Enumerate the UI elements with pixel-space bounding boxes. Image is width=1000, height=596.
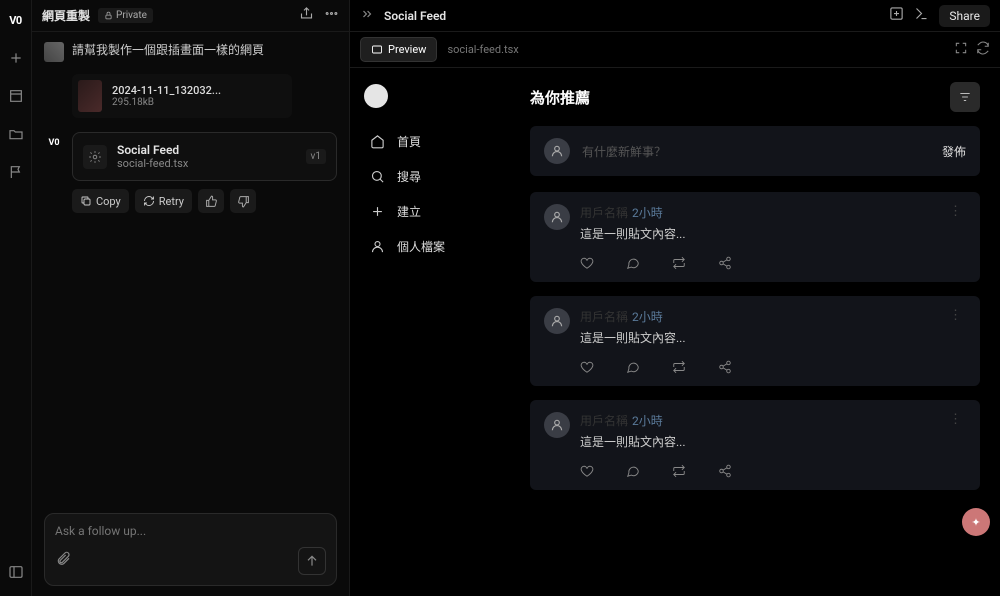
like-icon[interactable]	[580, 464, 594, 478]
post-content: 這是一則貼文內容...	[580, 329, 935, 346]
post-username: 用戶名稱	[580, 206, 628, 220]
share-post-icon[interactable]	[718, 360, 732, 374]
bookmark-icon[interactable]	[4, 84, 28, 108]
repost-icon[interactable]	[672, 256, 686, 270]
v0-badge: V0	[44, 136, 64, 150]
followup-input[interactable]	[55, 524, 326, 538]
card-title: Social Feed	[117, 143, 188, 157]
right-title: Social Feed	[384, 9, 446, 23]
like-icon[interactable]	[580, 256, 594, 270]
post-content: 這是一則貼文內容...	[580, 225, 935, 242]
attachment-card[interactable]: 2024-11-11_132032... 295.18kB	[72, 74, 292, 118]
post-time: 2小時	[632, 414, 663, 428]
filter-button[interactable]	[950, 82, 980, 112]
thumbs-up-button[interactable]	[198, 189, 224, 213]
comment-icon[interactable]	[626, 256, 640, 270]
compose-box[interactable]: 有什麼新鮮事？ 發佈	[530, 126, 980, 176]
post-more-icon[interactable]: ⋮	[945, 204, 966, 242]
project-title: 網頁重製	[42, 7, 90, 24]
post-avatar	[544, 412, 570, 438]
share-icon[interactable]	[299, 6, 314, 25]
post-more-icon[interactable]: ⋮	[945, 412, 966, 450]
flag-icon[interactable]	[4, 160, 28, 184]
collapse-icon[interactable]	[360, 7, 374, 25]
post-username: 用戶名稱	[580, 310, 628, 324]
attach-button[interactable]	[55, 551, 71, 571]
add-to-codebase-icon[interactable]	[889, 6, 904, 25]
share-button[interactable]: Share	[939, 5, 990, 27]
user-message: 請幫我製作一個跟插畫面一樣的網頁	[72, 42, 264, 62]
help-fab[interactable]: ✦	[962, 508, 990, 536]
user-icon	[544, 138, 570, 164]
post-time: 2小時	[632, 206, 663, 220]
new-chat-button[interactable]	[4, 46, 28, 70]
publish-button[interactable]: 發佈	[942, 143, 966, 160]
generated-card[interactable]: Social Feed social-feed.tsx v1	[72, 132, 337, 181]
app-avatar[interactable]	[364, 84, 388, 108]
user-avatar	[44, 42, 64, 62]
gear-icon	[83, 145, 107, 169]
nav-profile[interactable]: 個人檔案	[364, 231, 496, 262]
terminal-icon[interactable]	[914, 6, 929, 25]
copy-button[interactable]: Copy	[72, 189, 129, 213]
sidebar-toggle-icon[interactable]	[4, 560, 28, 584]
post-time: 2小時	[632, 310, 663, 324]
share-post-icon[interactable]	[718, 256, 732, 270]
post-username: 用戶名稱	[580, 414, 628, 428]
post-more-icon[interactable]: ⋮	[945, 308, 966, 346]
attachment-thumbnail	[78, 80, 102, 112]
feed-title: 為你推薦	[530, 87, 590, 108]
post: 用戶名稱 2小時 這是一則貼文內容... ⋮	[530, 192, 980, 282]
comment-icon[interactable]	[626, 360, 640, 374]
folder-icon[interactable]	[4, 122, 28, 146]
nav-home[interactable]: 首頁	[364, 126, 496, 157]
repost-icon[interactable]	[672, 360, 686, 374]
fullscreen-icon[interactable]	[954, 41, 968, 59]
compose-placeholder: 有什麼新鮮事？	[582, 143, 930, 160]
open-file-tab[interactable]: social-feed.tsx	[447, 43, 518, 56]
send-button[interactable]	[298, 547, 326, 575]
nav-search[interactable]: 搜尋	[364, 161, 496, 192]
attachment-size: 295.18kB	[112, 97, 221, 108]
post: 用戶名稱 2小時 這是一則貼文內容... ⋮	[530, 400, 980, 490]
post-avatar	[544, 204, 570, 230]
nav-create[interactable]: 建立	[364, 196, 496, 227]
share-post-icon[interactable]	[718, 464, 732, 478]
more-icon[interactable]	[324, 6, 339, 25]
repost-icon[interactable]	[672, 464, 686, 478]
card-version: v1	[306, 149, 326, 164]
post-content: 這是一則貼文內容...	[580, 433, 935, 450]
tab-preview[interactable]: Preview	[360, 37, 437, 62]
refresh-icon[interactable]	[976, 41, 990, 59]
v0-logo[interactable]: V0	[4, 8, 28, 32]
thumbs-down-button[interactable]	[230, 189, 256, 213]
post: 用戶名稱 2小時 這是一則貼文內容... ⋮	[530, 296, 980, 386]
comment-icon[interactable]	[626, 464, 640, 478]
card-filename: social-feed.tsx	[117, 157, 188, 170]
retry-button[interactable]: Retry	[135, 189, 192, 213]
like-icon[interactable]	[580, 360, 594, 374]
privacy-badge: Private	[98, 8, 153, 23]
post-avatar	[544, 308, 570, 334]
attachment-name: 2024-11-11_132032...	[112, 84, 221, 97]
